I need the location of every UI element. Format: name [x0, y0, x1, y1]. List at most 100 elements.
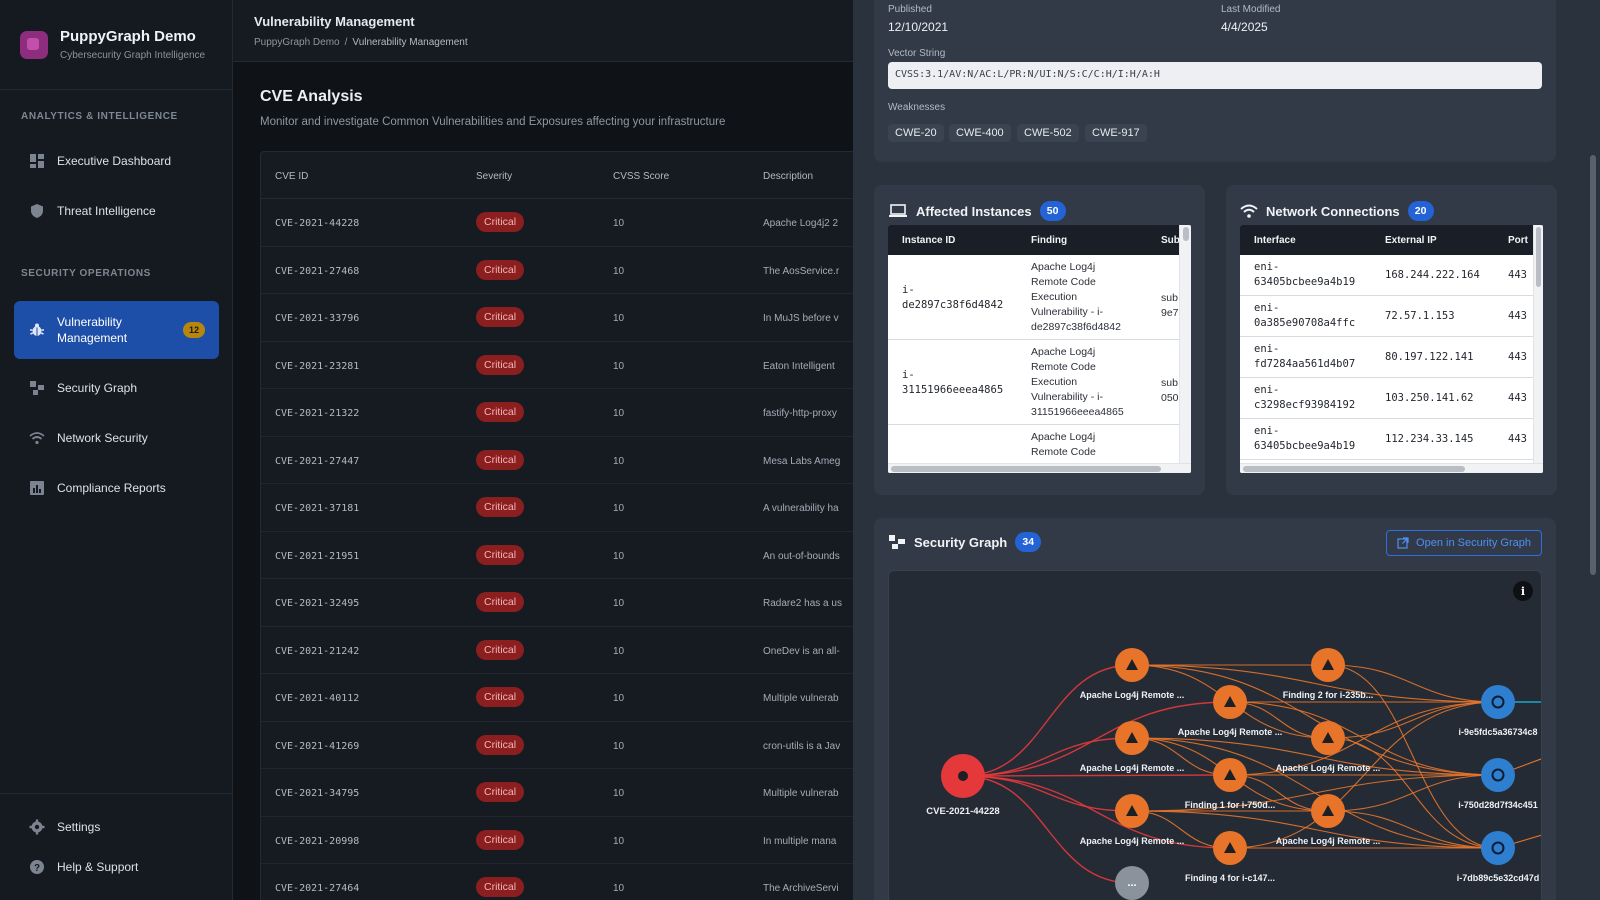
- description-cell: Multiple vulnerab: [763, 693, 839, 704]
- table-row[interactable]: CVE-2021-21951 Critical 10 An out-of-bounds: [261, 532, 859, 579]
- instance-node-label: i-750d28d7f34c451: [1458, 800, 1538, 810]
- affected-table-vscroll[interactable]: [1179, 225, 1191, 463]
- affected-table-hscroll[interactable]: [888, 463, 1191, 473]
- scroll-thumb[interactable]: [1536, 227, 1541, 287]
- security-graph-canvas[interactable]: i CVE-2021-44228 Apache Log4j Remote ... F…: [888, 570, 1542, 900]
- sidebar-item-threat-intelligence[interactable]: Threat Intelligence: [14, 188, 219, 234]
- affected-instances-table[interactable]: Instance ID Finding Sub i-de2897c38f6d48…: [888, 225, 1191, 473]
- scroll-thumb[interactable]: [891, 466, 1161, 472]
- table-row[interactable]: CVE-2021-27447 Critical 10 Mesa Labs Ameg: [261, 437, 859, 484]
- finding-line: Vulnerability - i-: [1031, 306, 1103, 318]
- table-row[interactable]: CVE-2021-33796 Critical 10 In MuJS before v: [261, 294, 859, 342]
- sidebar-item-security-graph[interactable]: Security Graph: [14, 365, 219, 411]
- nav-section-security-ops: SECURITY OPERATIONS: [21, 268, 151, 279]
- scroll-thumb[interactable]: [1243, 466, 1465, 472]
- more-node-label: ...: [1127, 877, 1136, 889]
- table-row[interactable]: CVE-2021-23281 Critical 10 Eaton Intelligen…: [261, 342, 859, 389]
- graph-edge: [1131, 664, 1499, 776]
- table-row[interactable]: CVE-2021-32495 Critical 10 Radare2 has a us: [261, 579, 859, 627]
- open-in-security-graph-button[interactable]: Open in Security Graph: [1386, 530, 1542, 556]
- brand[interactable]: PuppyGraph Demo Cybersecurity Graph Inte…: [0, 0, 232, 90]
- sidebar-item-compliance-reports[interactable]: Compliance Reports: [14, 465, 219, 511]
- table-row[interactable]: CVE-2021-40112 Critical 10 Multiple vulnera…: [261, 674, 859, 722]
- table-row[interactable]: i-de2897c38f6d4842 Apache Log4j Remote Cod…: [888, 255, 1191, 340]
- affected-instances-card: Affected Instances 50 Instance ID Findin…: [874, 185, 1205, 495]
- external-ip-cell: 103.250.141.62: [1385, 392, 1474, 404]
- finding-line: de2897c38f6d4842: [1031, 321, 1121, 333]
- graph-edge: [962, 664, 1133, 777]
- help-icon: ?: [29, 859, 45, 875]
- table-row[interactable]: eni- 0a385e90708a4ffc 72.57.1.153 443: [1240, 296, 1543, 337]
- sub-line: 9e7: [1161, 307, 1179, 319]
- column-header-cve-id[interactable]: CVE ID: [275, 171, 308, 182]
- description-cell: OneDev is an all-: [763, 645, 840, 657]
- table-row[interactable]: CVE-2021-27468 Critical 10 The AosService.r: [261, 247, 859, 294]
- table-row[interactable]: eni- 63405bcbee9a4b19 112.234.33.145 443: [1240, 419, 1543, 460]
- cve-table-body: CVE-2021-44228 Critical 10 Apache Log4j2 2C…: [261, 199, 859, 900]
- table-row[interactable]: CVE-2021-34795 Critical 10 Multiple vulnera…: [261, 769, 859, 817]
- table-row[interactable]: CVE-2021-27464 Critical 10 The ArchiveServi: [261, 864, 859, 900]
- finding-node-label: Apache Log4j Remote ...: [1178, 727, 1283, 737]
- table-row[interactable]: CVE-2021-37181 Critical 10 A vulnerability …: [261, 484, 859, 532]
- sub-line: 050: [1161, 392, 1179, 404]
- security-graph-svg[interactable]: CVE-2021-44228 Apache Log4j Remote ... Fin…: [889, 571, 1542, 900]
- table-row[interactable]: eni-c3298ecf93984192 103.250.141.62 443: [1240, 378, 1543, 419]
- finding-node-label: Finding 1 for i-750d...: [1185, 800, 1276, 810]
- affected-instances-title: Affected Instances: [916, 203, 1032, 219]
- network-table-hscroll[interactable]: [1240, 463, 1543, 473]
- external-ip-cell: 112.234.33.145: [1385, 433, 1474, 445]
- description-cell: A vulnerability ha: [763, 503, 839, 514]
- table-row[interactable]: CVE-2021-20998 Critical 10 In multiple mana: [261, 817, 859, 864]
- description-cell: In multiple mana: [763, 835, 837, 847]
- table-row[interactable]: Apache Log4j Remote Code: [888, 425, 1191, 465]
- header-title: Vulnerability Management: [254, 14, 415, 29]
- report-icon: [29, 480, 45, 496]
- cve-node-label: CVE-2021-44228: [926, 806, 999, 817]
- finding-line: Execution: [1031, 291, 1078, 303]
- network-connections-table[interactable]: Interface External IP Port eni- 63405bcbe…: [1240, 225, 1543, 473]
- cvss-score-cell: 10: [613, 645, 625, 657]
- severity-badge: Critical: [476, 544, 525, 565]
- scroll-thumb[interactable]: [1590, 155, 1596, 575]
- table-row[interactable]: CVE-2021-44228 Critical 10 Apache Log4j2 2: [261, 199, 859, 247]
- finding-node-label: Apache Log4j Remote ...: [1080, 763, 1185, 773]
- cvss-score-cell: 10: [613, 408, 625, 419]
- cve-id-cell: CVE-2021-44228: [275, 218, 360, 229]
- column-header-cvss[interactable]: CVSS Score: [613, 171, 669, 182]
- instance-node: [1481, 831, 1515, 865]
- table-row[interactable]: i- 31151966eeea4865 Apache Log4j Remote Cod…: [888, 340, 1191, 425]
- severity-badge: Critical: [476, 449, 525, 470]
- info-icon[interactable]: i: [1513, 581, 1533, 601]
- sidebar-item-executive-dashboard[interactable]: Executive Dashboard: [14, 138, 219, 184]
- interface-cell: eni-c3298ecf93984192: [1254, 383, 1355, 413]
- panel-vscroll[interactable]: [1586, 0, 1600, 900]
- published-label: Published: [888, 4, 932, 15]
- severity-badge: Critical: [476, 639, 525, 660]
- table-row[interactable]: eni- 63405bcbee9a4b19 168.244.222.164 443: [1240, 255, 1543, 296]
- table-row[interactable]: CVE-2021-41269 Critical 10 cron-utils is a …: [261, 722, 859, 769]
- scroll-thumb[interactable]: [1183, 227, 1189, 241]
- table-row[interactable]: CVE-2021-21242 Critical 10 OneDev is an all…: [261, 627, 859, 674]
- finding-node-label: Apache Log4j Remote ...: [1080, 690, 1185, 700]
- interface-cell: eni- 63405bcbee9a4b19: [1254, 424, 1355, 454]
- column-header-description[interactable]: Description: [763, 171, 813, 182]
- vector-string-field[interactable]: CVSS:3.1/AV:N/AC:L/PR:N/UI:N/S:C/C:H/I:H…: [888, 62, 1542, 89]
- published-value: 12/10/2021: [888, 20, 949, 34]
- breadcrumb-home-link[interactable]: PuppyGraph Demo: [254, 37, 340, 48]
- table-row[interactable]: CVE-2021-21322 Critical 10 fastify-http-pro…: [261, 389, 859, 437]
- sidebar-item-network-security[interactable]: Network Security: [14, 415, 219, 461]
- description-cell: Mesa Labs Ameg: [763, 455, 841, 467]
- sidebar-item-help-support[interactable]: ? Help & Support: [14, 844, 219, 890]
- sidebar-item-vulnerability-management[interactable]: Vulnerability Management 12: [14, 301, 219, 359]
- finding-node-label: Finding 2 for i-235b...: [1283, 690, 1374, 700]
- column-header-severity[interactable]: Severity: [476, 171, 512, 182]
- instance-node-label: i-7db89c5e32cd47d: [1457, 873, 1540, 883]
- severity-badge: Critical: [476, 402, 525, 422]
- network-connections-count: 20: [1407, 201, 1434, 221]
- port-cell: 443: [1508, 351, 1527, 363]
- table-row[interactable]: eni-fd7284aa561d4b07 80.197.122.141 443: [1240, 337, 1543, 378]
- affected-instances-header: Affected Instances 50: [888, 201, 1066, 221]
- weakness-tag: CWE-917: [1085, 124, 1147, 142]
- severity-badge: Critical: [476, 212, 525, 232]
- network-table-vscroll[interactable]: [1533, 225, 1543, 463]
